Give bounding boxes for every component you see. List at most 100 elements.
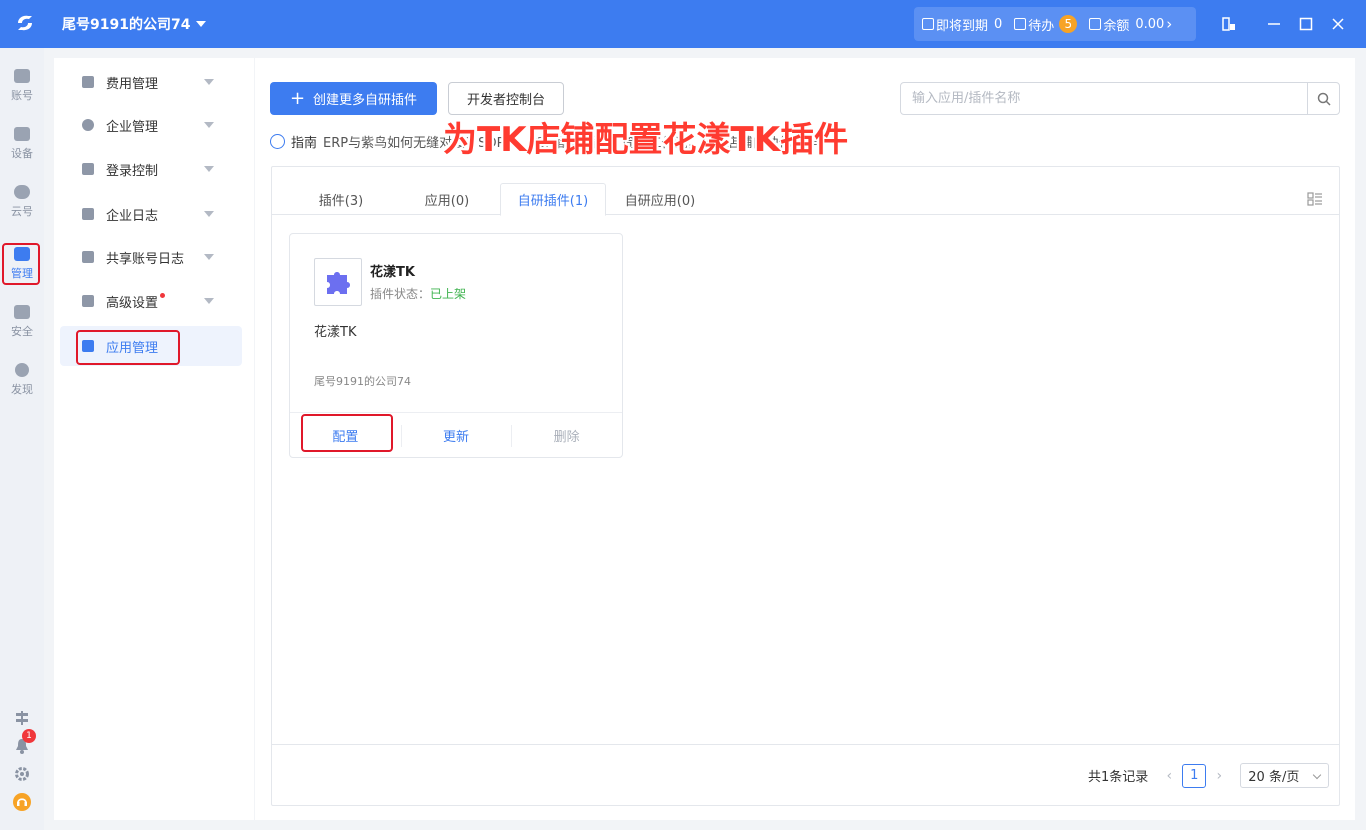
sidebar-item-label: 费用管理: [106, 76, 159, 92]
tools-button[interactable]: [12, 708, 32, 728]
update-label: 更新: [443, 429, 470, 445]
delete-label: 删除: [553, 429, 580, 445]
todo-label: 待办: [1028, 18, 1055, 34]
list-view-icon[interactable]: [1307, 191, 1323, 207]
sidebar-item-label: 共享账号日志: [106, 251, 185, 267]
support-button[interactable]: [12, 792, 32, 812]
rail-item-label: 云号: [11, 205, 33, 218]
gear-icon: [15, 767, 29, 781]
balance-value: 0.00: [1135, 16, 1165, 32]
notification-badge: 1: [22, 729, 36, 743]
secondary-sidebar: 费用管理 企业管理 登录控制 企业日志 共享账号日志 高级设置 应用管理: [54, 58, 254, 820]
company-name: 尾号9191的公司74: [62, 17, 191, 33]
sidebar-item-billing[interactable]: 费用管理: [60, 62, 242, 102]
sidebar-item-shared-account-log[interactable]: 共享账号日志: [60, 237, 242, 277]
page-button-current[interactable]: 1: [1182, 763, 1207, 788]
plugin-owner: 尾号9191的公司74: [314, 375, 411, 388]
chevron-down-icon: [204, 254, 214, 260]
search-button[interactable]: [1307, 83, 1339, 114]
balance-button[interactable]: 余额 0.00 ›: [1089, 15, 1172, 34]
plugin-status: 插件状态：已上架: [370, 285, 466, 302]
highlight-box-manage: [2, 243, 40, 285]
chevron-down-icon: [204, 211, 214, 217]
prev-page-button[interactable]: ‹: [1158, 768, 1180, 784]
account-status-bar: 即将到期 0 待办 5 余额 0.00 ›: [914, 7, 1196, 41]
rail-item-device[interactable]: 设备: [0, 120, 44, 168]
sidebar-item-label: 登录控制: [106, 163, 159, 179]
tab-apps[interactable]: 应用(0): [404, 183, 490, 215]
tab-custom-apps[interactable]: 自研应用(0): [612, 183, 708, 215]
update-button[interactable]: 更新: [400, 413, 512, 457]
rail-item-label: 设备: [11, 147, 33, 160]
maximize-button[interactable]: [1295, 13, 1317, 35]
yen-icon: [1089, 18, 1102, 30]
log-icon: [82, 208, 94, 220]
rail-item-account[interactable]: 账号: [0, 62, 44, 110]
sidebar-item-enterprise[interactable]: 企业管理: [60, 105, 242, 145]
close-icon: [1332, 18, 1344, 30]
tab-label: 应用(0): [424, 193, 470, 209]
tab-label: 插件(3): [318, 193, 364, 209]
account-icon: [14, 69, 30, 83]
cloud-icon: [14, 185, 30, 199]
plugin-thumbnail: [314, 258, 362, 306]
sidebar-item-label: 高级设置: [106, 295, 159, 311]
close-button[interactable]: [1327, 13, 1349, 35]
wallet-icon: [82, 76, 94, 88]
company-switcher[interactable]: 尾号9191的公司74: [62, 14, 207, 34]
divider: [271, 744, 1340, 745]
sidebar-item-advanced-settings[interactable]: 高级设置: [60, 281, 242, 321]
main-content: + 创建更多自研插件 开发者控制台 指南 ERP与紫鸟如何无缝对接？SOP...…: [255, 58, 1355, 820]
chevron-down-icon: [204, 166, 214, 172]
tab-bar: 插件(3) 应用(0) 自研插件(1) 自研应用(0): [272, 183, 1339, 216]
guide-label: 指南: [291, 136, 318, 151]
todo-count-badge: 5: [1059, 15, 1078, 33]
search-input[interactable]: [901, 83, 1307, 114]
headset-icon: [13, 793, 31, 811]
sidebar-item-label: 企业管理: [106, 119, 159, 135]
chevron-down-icon: [196, 21, 207, 27]
sidebar-item-login-control[interactable]: 登录控制: [60, 149, 242, 189]
chevron-right-icon: ›: [1166, 15, 1173, 33]
highlight-box-app-management: [76, 330, 180, 365]
balance-label: 余额: [1103, 18, 1130, 34]
settings-button[interactable]: [12, 764, 32, 784]
search-icon: [1317, 92, 1331, 106]
page-size-value: 20 条/页: [1248, 770, 1300, 785]
rail-item-label: 安全: [11, 325, 33, 338]
plus-icon: +: [289, 87, 306, 109]
minimize-button[interactable]: [1263, 13, 1285, 35]
sidebar-item-label: 企业日志: [106, 208, 159, 224]
expiring-button[interactable]: 即将到期 0: [922, 15, 1002, 34]
delete-button[interactable]: 删除: [511, 413, 622, 457]
chevron-down-icon: [1313, 770, 1322, 780]
tab-custom-plugins[interactable]: 自研插件(1): [500, 183, 606, 216]
notifications-button[interactable]: 1: [12, 729, 36, 756]
plugin-name: 花漾TK: [370, 265, 415, 280]
tab-plugins[interactable]: 插件(3): [298, 183, 384, 215]
calendar-check-icon: [1014, 18, 1027, 30]
sidebar-item-enterprise-log[interactable]: 企业日志: [60, 194, 242, 234]
create-plugin-button[interactable]: + 创建更多自研插件: [270, 82, 437, 115]
rail-item-label: 发现: [11, 383, 33, 396]
login-icon: [82, 163, 94, 175]
advanced-settings-icon: [82, 295, 94, 307]
chevron-down-icon: [204, 122, 214, 128]
rail-item-discover[interactable]: 发现: [0, 356, 44, 404]
clock-icon: [922, 18, 934, 30]
total-records: 共1条记录: [1088, 770, 1149, 785]
page-size-select[interactable]: 20 条/页: [1240, 763, 1330, 788]
user-icon: [82, 119, 94, 131]
app-logo-icon: [18, 15, 32, 31]
title-bar: 尾号9191的公司74 即将到期 0 待办 5 余额 0.00 ›: [0, 0, 1366, 48]
rail-item-security[interactable]: 安全: [0, 298, 44, 346]
expiring-count: 0: [994, 16, 1003, 32]
device-icon: [14, 127, 30, 141]
layout-switch-button[interactable]: [1218, 13, 1240, 35]
todo-button[interactable]: 待办 5: [1014, 15, 1078, 34]
developer-console-button[interactable]: 开发者控制台: [448, 82, 564, 115]
rail-item-cloud[interactable]: 云号: [0, 178, 44, 226]
chevron-down-icon: [204, 298, 214, 304]
next-page-button[interactable]: ›: [1208, 768, 1230, 784]
tab-label: 自研应用(0): [624, 193, 696, 209]
